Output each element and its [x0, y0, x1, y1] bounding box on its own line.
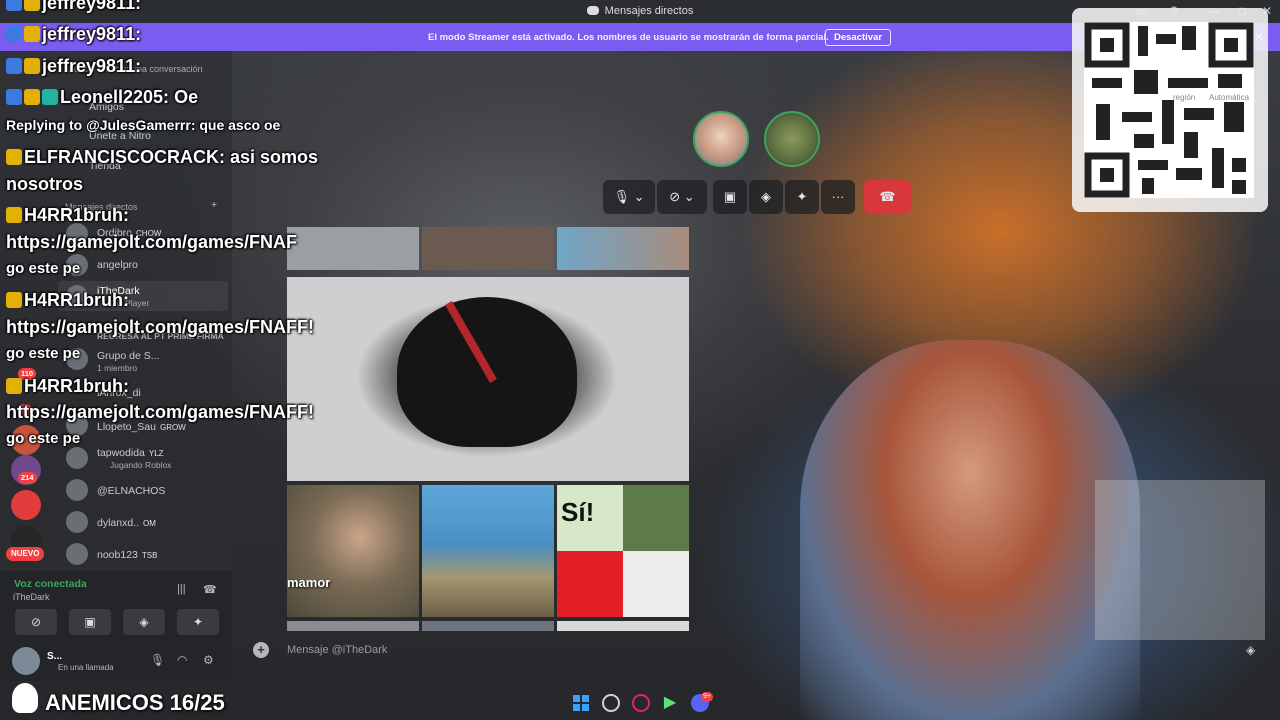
streamer-mode-message: El modo Streamer está activado. Los nomb… [428, 32, 829, 43]
sticker-text: Sí! [561, 497, 595, 527]
new-badge: NUEVO [6, 547, 45, 561]
region-value[interactable]: Automática [1209, 93, 1249, 102]
dm-item-elnachos[interactable]: @ELNACHOS [97, 485, 165, 497]
video-tile[interactable] [557, 227, 689, 270]
video-tile[interactable]: Sí! [557, 485, 689, 617]
chat-message: H4RR1bruh: [6, 290, 129, 311]
dm-item-dylanxd[interactable]: dylanxd.. OM [97, 517, 156, 529]
user-name: S... [47, 651, 63, 662]
video-tile[interactable] [422, 227, 554, 270]
video-tile[interactable] [287, 621, 419, 631]
avatar [66, 543, 88, 565]
message-input[interactable]: Mensaje @iTheDark [287, 644, 387, 656]
game-controller-icon[interactable]: ◈ [1246, 643, 1255, 657]
chat-message-continued: nosotros [6, 174, 84, 194]
chat-message: jeffrey9811: [6, 24, 141, 45]
chat-message-continued: go este pe [6, 260, 81, 277]
streamer-logo [12, 683, 38, 713]
chat-reply: Replying to @JulesGamerrr: que asco oe [6, 117, 281, 133]
screen-share-icon[interactable]: ▣ [69, 609, 111, 635]
chat-message: H4RR1bruh: [6, 205, 129, 226]
webcam-background-poster [1095, 480, 1265, 640]
camera-toggle-button[interactable]: ⊘ ⌄ [657, 180, 707, 214]
microphone-icon[interactable]: 🎙 [150, 653, 165, 667]
call-controls: 🎙 ⌄ ⊘ ⌄ ▣ ◈ ✦ ··· ☎ [603, 180, 911, 214]
qr-code-overlay: región Automática [1072, 8, 1268, 212]
dm-item-grupo-members: 1 miembro [97, 363, 138, 373]
video-content [557, 551, 623, 617]
video-tile[interactable] [287, 227, 419, 270]
video-tile[interactable]: mamor [287, 485, 419, 617]
disable-streamer-mode-button[interactable]: Desactivar [825, 29, 892, 46]
chat-message: jeffrey9811: [6, 0, 141, 14]
voice-status: Voz conectada [14, 578, 87, 590]
settings-gear-icon[interactable]: ⚙ [203, 653, 214, 667]
focused-video-tile[interactable] [287, 277, 689, 481]
streamer-webcam [800, 340, 1140, 720]
more-options-icon[interactable]: ··· [821, 180, 855, 214]
user-status: En una llamada [58, 663, 114, 672]
add-attachment-icon[interactable]: + [253, 642, 269, 658]
obs-icon[interactable] [602, 694, 620, 712]
stream-counter-label: ANEMICOS 16/25 [45, 690, 225, 715]
chat-message: Leonell2205: Oe [6, 87, 198, 108]
camera-off-icon[interactable]: ⊘ [15, 609, 57, 635]
activity-icon[interactable]: ◈ [123, 609, 165, 635]
video-tile[interactable] [557, 621, 689, 631]
windows-start-icon[interactable] [572, 694, 590, 712]
chat-link[interactable]: https://gamejolt.com/games/FNAFF! [6, 317, 314, 338]
server-badge: 214 [18, 472, 37, 484]
call-participant-avatar[interactable] [764, 111, 820, 167]
mute-microphone-button[interactable]: 🎙 ⌄ [603, 180, 655, 214]
disconnect-icon[interactable]: ☎ [203, 583, 217, 596]
chat-message: ELFRANCISCOCRACK: asi somos [6, 147, 318, 168]
chat-message-continued: go este pe [6, 430, 81, 447]
screen-share-button[interactable]: ▣ [713, 180, 747, 214]
soundboard-icon[interactable]: ✦ [177, 609, 219, 635]
play-icon[interactable]: ▶ [661, 694, 679, 712]
chat-link[interactable]: https://gamejolt.com/games/FNAFF! [6, 402, 314, 423]
chat-link[interactable]: https://gamejolt.com/games/FNAF [6, 232, 297, 253]
video-content [623, 551, 689, 617]
message-composer: + Mensaje @iTheDark [250, 636, 810, 664]
window-title-text: Mensajes directos [604, 5, 694, 17]
dm-item-grupo[interactable]: Grupo de S... [97, 350, 159, 362]
discord-notification-badge: 9+ [701, 692, 713, 702]
headphones-icon[interactable]: ◠ [177, 653, 187, 667]
activities-button[interactable]: ◈ [749, 180, 783, 214]
dm-item-tapwodida-activity: Jugando Roblox [110, 460, 172, 470]
hang-up-button[interactable]: ☎ [864, 180, 911, 214]
video-tile[interactable] [422, 621, 554, 631]
dm-item-noob123[interactable]: noob123 TSB [97, 549, 157, 561]
qr-code [1084, 22, 1254, 198]
video-tile[interactable] [422, 485, 554, 617]
noise-suppression-icon[interactable]: ||| [177, 583, 186, 595]
soundboard-button[interactable]: ✦ [785, 180, 819, 214]
region-label: región [1173, 93, 1196, 102]
voice-channel[interactable]: iTheDark [13, 592, 50, 602]
dm-item-angelpro[interactable]: angelpro [97, 259, 138, 271]
chat-message: jeffrey9811: [6, 56, 141, 77]
avatar [66, 447, 88, 469]
opera-icon[interactable] [632, 694, 650, 712]
server-icon[interactable] [11, 490, 41, 520]
user-avatar[interactable] [12, 647, 40, 675]
chat-message-continued: go este pe [6, 345, 81, 362]
chat-message: H4RR1bruh: [6, 376, 129, 397]
dm-item-tapwodida[interactable]: tapwodida YLZ [97, 447, 164, 459]
call-participant-avatar[interactable] [693, 111, 749, 167]
avatar [66, 511, 88, 533]
video-tile-caption: mamor [287, 575, 331, 590]
discord-icon [586, 6, 599, 15]
avatar [66, 479, 88, 501]
create-dm-icon[interactable]: + [211, 199, 217, 211]
video-content [623, 485, 689, 551]
